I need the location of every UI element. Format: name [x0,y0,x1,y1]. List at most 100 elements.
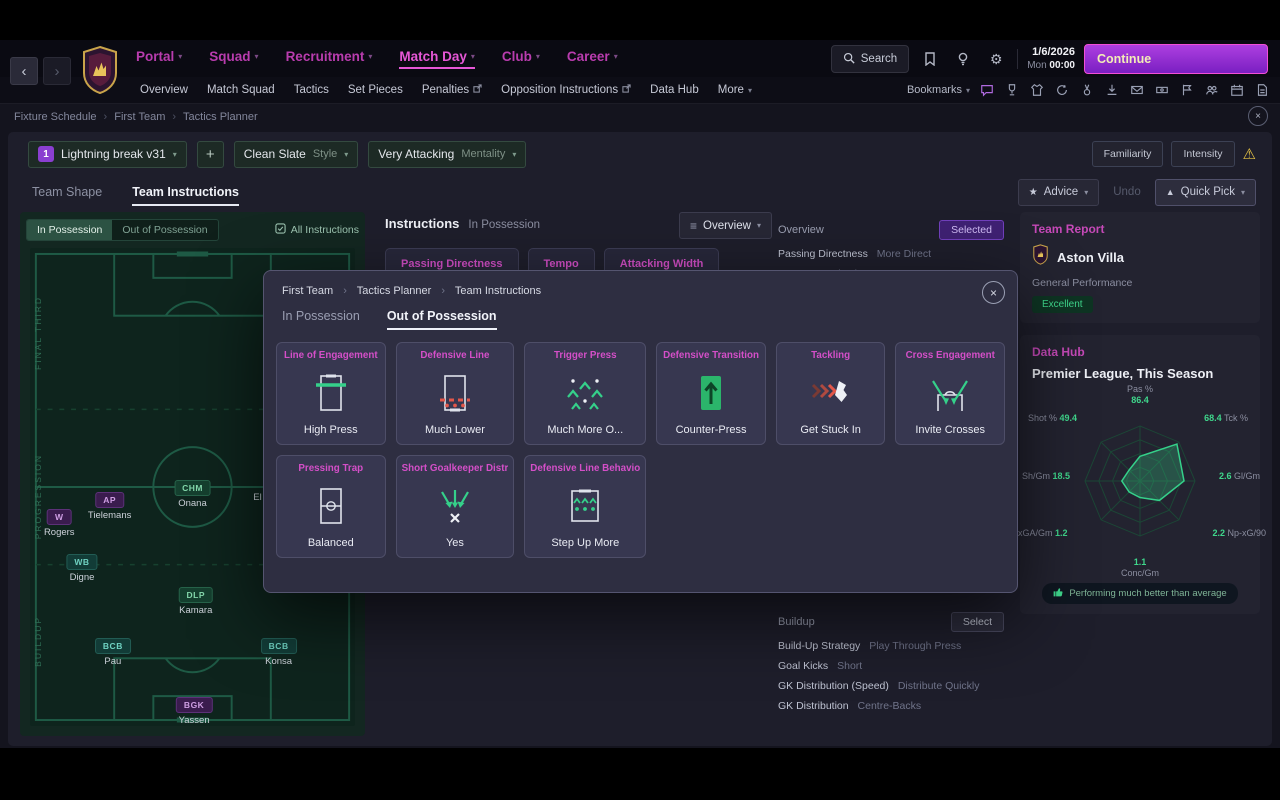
modal-breadcrumb-team-instructions[interactable]: Team Instructions [455,285,541,297]
game-date[interactable]: 1/6/2026 Mon 00:00 [1027,46,1075,72]
quick-pick-button[interactable]: ▲Quick Pick▾ [1155,179,1256,206]
pitch-player[interactable]: BCBPau [95,638,131,667]
undo-button[interactable]: Undo [1113,186,1141,198]
medal-icon[interactable] [1079,82,1095,98]
tab-team-shape[interactable]: Team Shape [32,185,102,199]
modal-tabs: In Possession Out of Possession [264,297,1017,330]
pitch-player[interactable]: CHMOnana [174,480,211,509]
club-name[interactable]: Aston Villa [1057,250,1124,265]
day-value: Mon [1027,60,1046,71]
calendar-icon[interactable] [1229,82,1245,98]
nav-item-squad[interactable]: Squad▾ [209,49,258,69]
mentality-selector[interactable]: Very Attacking Mentality ▾ [368,141,526,168]
finances-icon[interactable] [1154,82,1170,98]
continue-button[interactable]: Continue [1084,44,1268,74]
nav-item-club[interactable]: Club▾ [502,49,540,69]
player-name: Digne [70,572,95,583]
nav-item-match-day[interactable]: Match Day▾ [399,49,475,69]
tab-team-instructions[interactable]: Team Instructions [132,185,239,199]
bookmarks-dropdown[interactable]: Bookmarks▾ [907,84,970,96]
defensive-line-icon [433,361,477,424]
search-icon [843,52,855,67]
card-cross-engagement[interactable]: Cross Engagement Invite Crosses [895,342,1005,445]
card-short-goalkeeper-distribution[interactable]: Short Goalkeeper Distr Yes [396,455,515,558]
nav-item-portal[interactable]: Portal▾ [136,49,182,69]
warning-icon[interactable]: ⚠ [1243,145,1256,163]
add-tactic-button[interactable]: + [197,141,224,168]
notes-icon[interactable] [1254,82,1270,98]
screen: Portal▾ Squad▾ Recruitment▾ Match Day▾ C… [0,0,1280,800]
trophy-icon[interactable] [1004,82,1020,98]
card-line-of-engagement[interactable]: Line of Engagement High Press [276,342,386,445]
gear-icon[interactable]: ⚙ [984,47,1008,71]
club-crest[interactable] [80,45,120,100]
forward-button[interactable]: › [43,57,71,85]
modal-breadcrumb-first-team[interactable]: First Team [282,285,333,297]
inbox-chat-icon[interactable] [979,82,995,98]
kit-icon[interactable] [1029,82,1045,98]
back-button[interactable]: ‹ [10,57,38,85]
bookmark-flag-icon[interactable] [918,47,942,71]
download-icon[interactable] [1104,82,1120,98]
nav-item-career[interactable]: Career▾ [567,49,618,69]
tactic-meters: Familiarity Intensity ⚠ [1092,141,1256,167]
instruction-row[interactable]: Build-Up Strategy Play Through Press [778,640,1004,652]
card-pressing-trap[interactable]: Pressing Trap Balanced [276,455,386,558]
subnav-tactics[interactable]: Tactics [294,84,329,96]
view-mode-dropdown[interactable]: ≡ Overview ▾ [679,212,772,239]
refresh-icon[interactable] [1054,82,1070,98]
breadcrumb-fixture-schedule[interactable]: Fixture Schedule [14,111,97,123]
staff-icon[interactable] [1204,82,1220,98]
tactic-selector[interactable]: 1 Lightning break v31 ▾ [28,141,187,168]
pitch-player[interactable]: BCBKonsa [261,638,297,667]
flag-icon[interactable] [1179,82,1195,98]
familiarity-meter[interactable]: Familiarity [1092,141,1164,167]
pitch-player[interactable]: El [253,492,261,503]
breadcrumb-tactics-planner[interactable]: Tactics Planner [183,111,258,123]
subnav-overview[interactable]: Overview [140,84,188,96]
subnav-more[interactable]: More▾ [718,84,752,96]
mail-icon[interactable] [1129,82,1145,98]
subnav-set-pieces[interactable]: Set Pieces [348,84,403,96]
card-tackling[interactable]: Tackling Get Stuck In [776,342,886,445]
team-report-subtitle: General Performance [1032,277,1248,289]
modal-tab-in-possession[interactable]: In Possession [282,309,360,330]
instruction-row[interactable]: GK Distribution (Speed) Distribute Quick… [778,680,1004,692]
card-defensive-line[interactable]: Defensive Line Much Lower [396,342,515,445]
instruction-row[interactable]: Goal Kicks Short [778,660,1004,672]
team-report-panel: Team Report Aston Villa General Performa… [1020,212,1260,323]
subnav-opposition-instructions[interactable]: Opposition Instructions [501,84,631,96]
close-page-icon[interactable]: × [1248,106,1268,126]
card-defensive-line-behaviour[interactable]: Defensive Line Behavio Step Up More [524,455,646,558]
pitch-player[interactable]: DLPKamara [179,587,214,616]
modal-close-icon[interactable]: × [982,281,1005,304]
toggle-out-of-possession[interactable]: Out of Possession [112,220,217,240]
card-defensive-transition[interactable]: Defensive Transition Counter-Press [656,342,766,445]
card-trigger-press[interactable]: Trigger Press Much More O... [524,342,646,445]
instruction-row[interactable]: Passing Directness More Direct [778,248,1004,260]
nav-item-recruitment[interactable]: Recruitment▾ [286,49,373,69]
advice-button[interactable]: ★Advice▾ [1018,179,1100,206]
breadcrumb-separator: › [104,111,108,123]
subnav-match-squad[interactable]: Match Squad [207,84,275,96]
breadcrumb-first-team[interactable]: First Team [114,111,165,123]
search-button[interactable]: Search [831,45,909,73]
all-instructions-toggle[interactable]: All Instructions [275,223,359,237]
style-selector[interactable]: Clean Slate Style ▾ [234,141,359,168]
toggle-in-possession[interactable]: In Possession [27,220,112,240]
instruction-row[interactable]: GK Distribution Centre-Backs [778,700,1004,712]
search-label: Search [861,53,897,65]
subnav-data-hub[interactable]: Data Hub [650,84,699,96]
hints-icon[interactable] [951,47,975,71]
pitch-player[interactable]: WRogers [44,509,75,538]
selected-button[interactable]: Selected [939,220,1004,240]
chevron-down-icon: ▾ [1084,188,1088,197]
intensity-meter[interactable]: Intensity [1171,141,1234,167]
pitch-player[interactable]: BGKYassen [176,697,212,726]
subnav-penalties[interactable]: Penalties [422,84,482,96]
modal-breadcrumb-tactics-planner[interactable]: Tactics Planner [357,285,432,297]
pitch-player[interactable]: WBDigne [66,554,97,583]
modal-tab-out-of-possession[interactable]: Out of Possession [387,309,497,330]
select-button[interactable]: Select [951,612,1004,632]
pitch-player[interactable]: APTielemans [88,492,131,521]
